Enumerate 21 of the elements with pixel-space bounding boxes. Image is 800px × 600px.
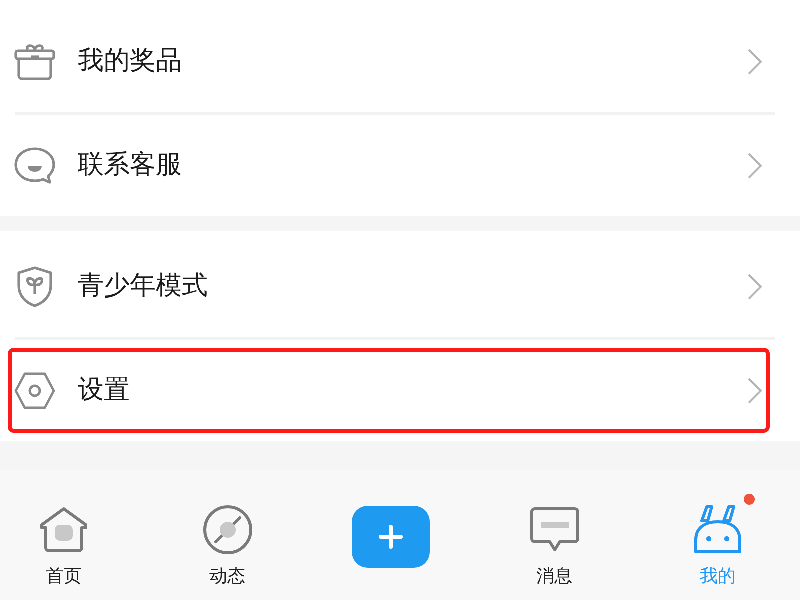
menu-item[interactable]: 联系客服 — [12, 127, 766, 204]
home-icon — [38, 506, 90, 554]
menu-item[interactable]: 设置 — [12, 352, 766, 429]
tab-item[interactable]: 动态 — [202, 498, 254, 600]
shield-sprout-icon — [16, 266, 54, 308]
settings-icon — [14, 372, 56, 410]
chevron-right-icon — [748, 48, 762, 74]
gift-box-icon — [14, 42, 56, 80]
chevron-right-icon — [748, 152, 762, 178]
message-bubble-icon — [528, 506, 580, 554]
tab-item[interactable]: 首页 — [38, 498, 90, 600]
compass-icon — [202, 504, 254, 556]
tab-item[interactable]: 消息 — [528, 498, 580, 600]
chevron-right-icon — [748, 274, 762, 300]
smiling-chat-bubble-icon — [14, 146, 56, 184]
chevron-right-icon — [748, 378, 762, 404]
robot-rabbit-icon — [693, 504, 743, 556]
menu-item[interactable]: 我的奖品 — [12, 23, 766, 100]
menu-item[interactable]: 青少年模式 — [12, 248, 766, 325]
add-button[interactable] — [352, 506, 430, 568]
plus-icon — [379, 525, 403, 549]
